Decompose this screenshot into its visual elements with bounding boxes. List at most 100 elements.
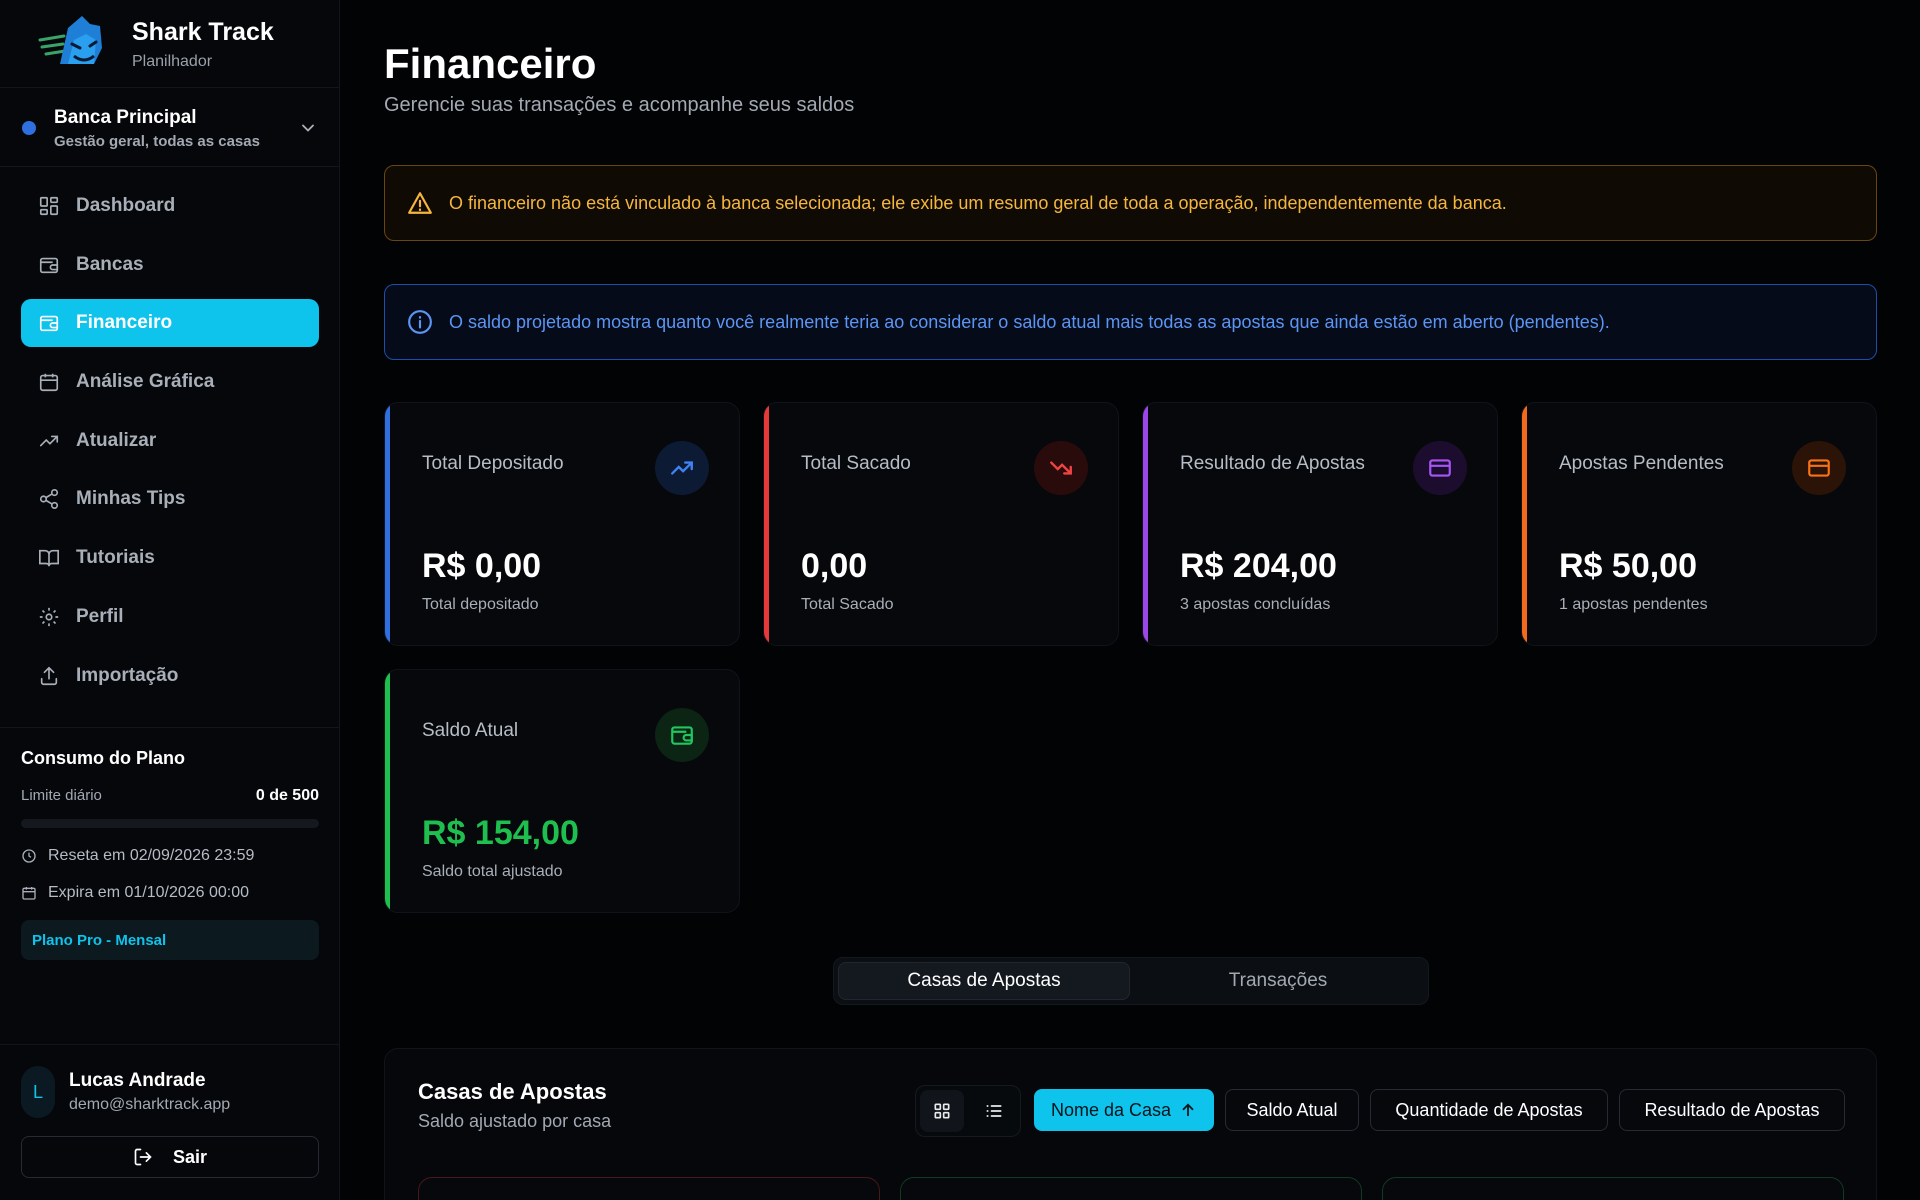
share-icon [39,489,59,510]
sort-resultado-apostas-button[interactable]: Resultado de Apostas [1619,1089,1845,1131]
sidebar-item-label: Atualizar [76,429,157,451]
sidebar-item-financeiro[interactable]: Financeiro [21,299,319,348]
card-icon-badge [655,708,709,762]
sidebar-item-minhas-tips[interactable]: Minhas Tips [21,475,319,523]
user-profile[interactable]: L Lucas Andrade demo@sharktrack.app [21,1066,319,1118]
sidebar-item-label: Tutoriais [76,547,155,569]
card-title: Saldo Atual [422,720,519,741]
wallet-icon [39,257,59,273]
sidebar-item-label: Análise Gráfica [76,371,215,393]
plan-limit-row: Limite diário 0 de 500 [21,787,319,805]
sidebar-item-dashboard[interactable]: Dashboard [21,182,319,230]
plan-badge: Plano Pro - Mensal [21,920,319,960]
card-note: Total depositado [422,596,539,613]
wallet-icon [671,726,693,745]
stat-card-resultado-apostas: Resultado de Apostas R$ 204,00 3 apostas… [1142,402,1498,646]
plan-usage-bar [21,819,319,828]
card-value: 0,00 [801,547,868,585]
divider [0,1044,340,1045]
stat-card-apostas-pendentes: Apostas Pendentes R$ 50,00 1 apostas pen… [1521,402,1877,646]
sidebar-item-tutoriais[interactable]: Tutoriais [21,534,319,582]
gear-icon [39,607,59,626]
tab-transacoes[interactable]: Transações [1132,962,1424,1000]
credit-card-icon [1429,459,1451,477]
sidebar-item-importacao[interactable]: Importação [21,652,319,700]
sidebar-item-label: Financeiro [76,312,173,334]
house-card[interactable] [1382,1177,1844,1200]
section-subtitle: Saldo ajustado por casa [418,1111,612,1131]
page-subtitle: Gerencie suas transações e acompanhe seu… [384,94,855,116]
warning-text: O financeiro não está vinculado à banca … [449,192,1507,213]
logout-button[interactable]: Sair [21,1136,319,1178]
card-note: 3 apostas concluídas [1180,596,1331,613]
sidebar-item-label: Minhas Tips [76,488,186,510]
shark-logo-icon [38,16,102,64]
brand[interactable]: Shark Track Planilhador [38,14,274,74]
card-note: Saldo total ajustado [422,863,563,880]
info-icon [408,310,432,334]
sidebar-item-perfil[interactable]: Perfil [21,593,319,641]
grid-icon [934,1103,950,1119]
sort-button-label: Resultado de Apostas [1644,1099,1820,1120]
sidebar-item-bancas[interactable]: Bancas [21,241,319,289]
sort-saldo-atual-button[interactable]: Saldo Atual [1225,1089,1359,1131]
plan-expire-text: Expira em 01/10/2026 00:00 [48,884,250,901]
divider [0,166,340,167]
list-view-button[interactable] [972,1090,1016,1132]
sidebar-item-analise-grafica[interactable]: Análise Gráfica [21,358,319,406]
card-value: R$ 154,00 [422,814,579,852]
card-value: R$ 204,00 [1180,547,1337,585]
chevron-down-icon [302,124,314,132]
sort-button-label: Quantidade de Apostas [1395,1099,1583,1120]
plan-limit-value: 0 de 500 [255,787,319,804]
bank-name: Banca Principal [54,106,197,128]
house-card[interactable] [900,1177,1362,1200]
grid-view-button[interactable] [920,1090,964,1132]
warning-icon [408,192,432,214]
sidebar-item-label: Importação [76,664,179,686]
card-value: R$ 0,00 [422,547,542,585]
casas-section: Casas de Apostas Saldo ajustado por casa… [384,1048,1877,1200]
card-title: Apostas Pendentes [1559,453,1724,474]
card-note: Total Sacado [801,596,894,613]
clock-icon [22,849,36,863]
tab-casas-de-apostas[interactable]: Casas de Apostas [838,962,1130,1000]
brand-subtitle: Planilhador [132,52,213,70]
bank-selector[interactable]: Banca Principal Gestão geral, todas as c… [20,104,320,152]
logout-label: Sair [172,1146,208,1167]
stat-card-total-sacado: Total Sacado 0,00 Total Sacado [763,402,1119,646]
sidebar-item-label: Bancas [76,253,144,275]
sidebar-item-label: Dashboard [76,195,176,216]
plan-title: Consumo do Plano [21,748,185,768]
sort-quantidade-apostas-button[interactable]: Quantidade de Apostas [1370,1089,1608,1131]
stat-card-total-depositado: Total Depositado R$ 0,00 Total depositad… [384,402,740,646]
card-icon-badge [1034,441,1088,495]
sort-button-label: Nome da Casa [1050,1099,1172,1120]
list-icon [986,1105,1002,1117]
view-toggle [915,1085,1021,1137]
sidebar-nav: Dashboard Bancas Financeiro Análise Gráf… [21,182,319,710]
sidebar: Shark Track Planilhador Banca Principal … [0,0,340,1200]
house-card[interactable] [418,1177,880,1200]
card-accent [385,403,390,645]
page-title: Financeiro [384,40,597,87]
trending-down-icon [1050,461,1072,475]
app-root: Shark Track Planilhador Banca Principal … [0,0,1920,1200]
sort-nome-da-casa-button[interactable]: Nome da Casa [1034,1089,1214,1131]
card-accent [1522,403,1527,645]
card-accent [1143,403,1148,645]
card-accent [385,670,390,912]
dashboard-icon [39,196,59,216]
calendar-icon [22,887,36,900]
divider [0,727,340,728]
plan-expire: Expira em 01/10/2026 00:00 [21,884,319,902]
sidebar-item-atualizar[interactable]: Atualizar [21,417,319,465]
card-accent [764,403,769,645]
card-title: Total Depositado [422,453,564,474]
sort-button-label: Saldo Atual [1246,1099,1338,1120]
card-icon-badge [655,441,709,495]
divider [0,87,340,88]
bank-description: Gestão geral, todas as casas [54,132,260,150]
book-icon [39,549,59,567]
plan-usage: Consumo do Plano Limite diário 0 de 500 … [21,748,319,960]
